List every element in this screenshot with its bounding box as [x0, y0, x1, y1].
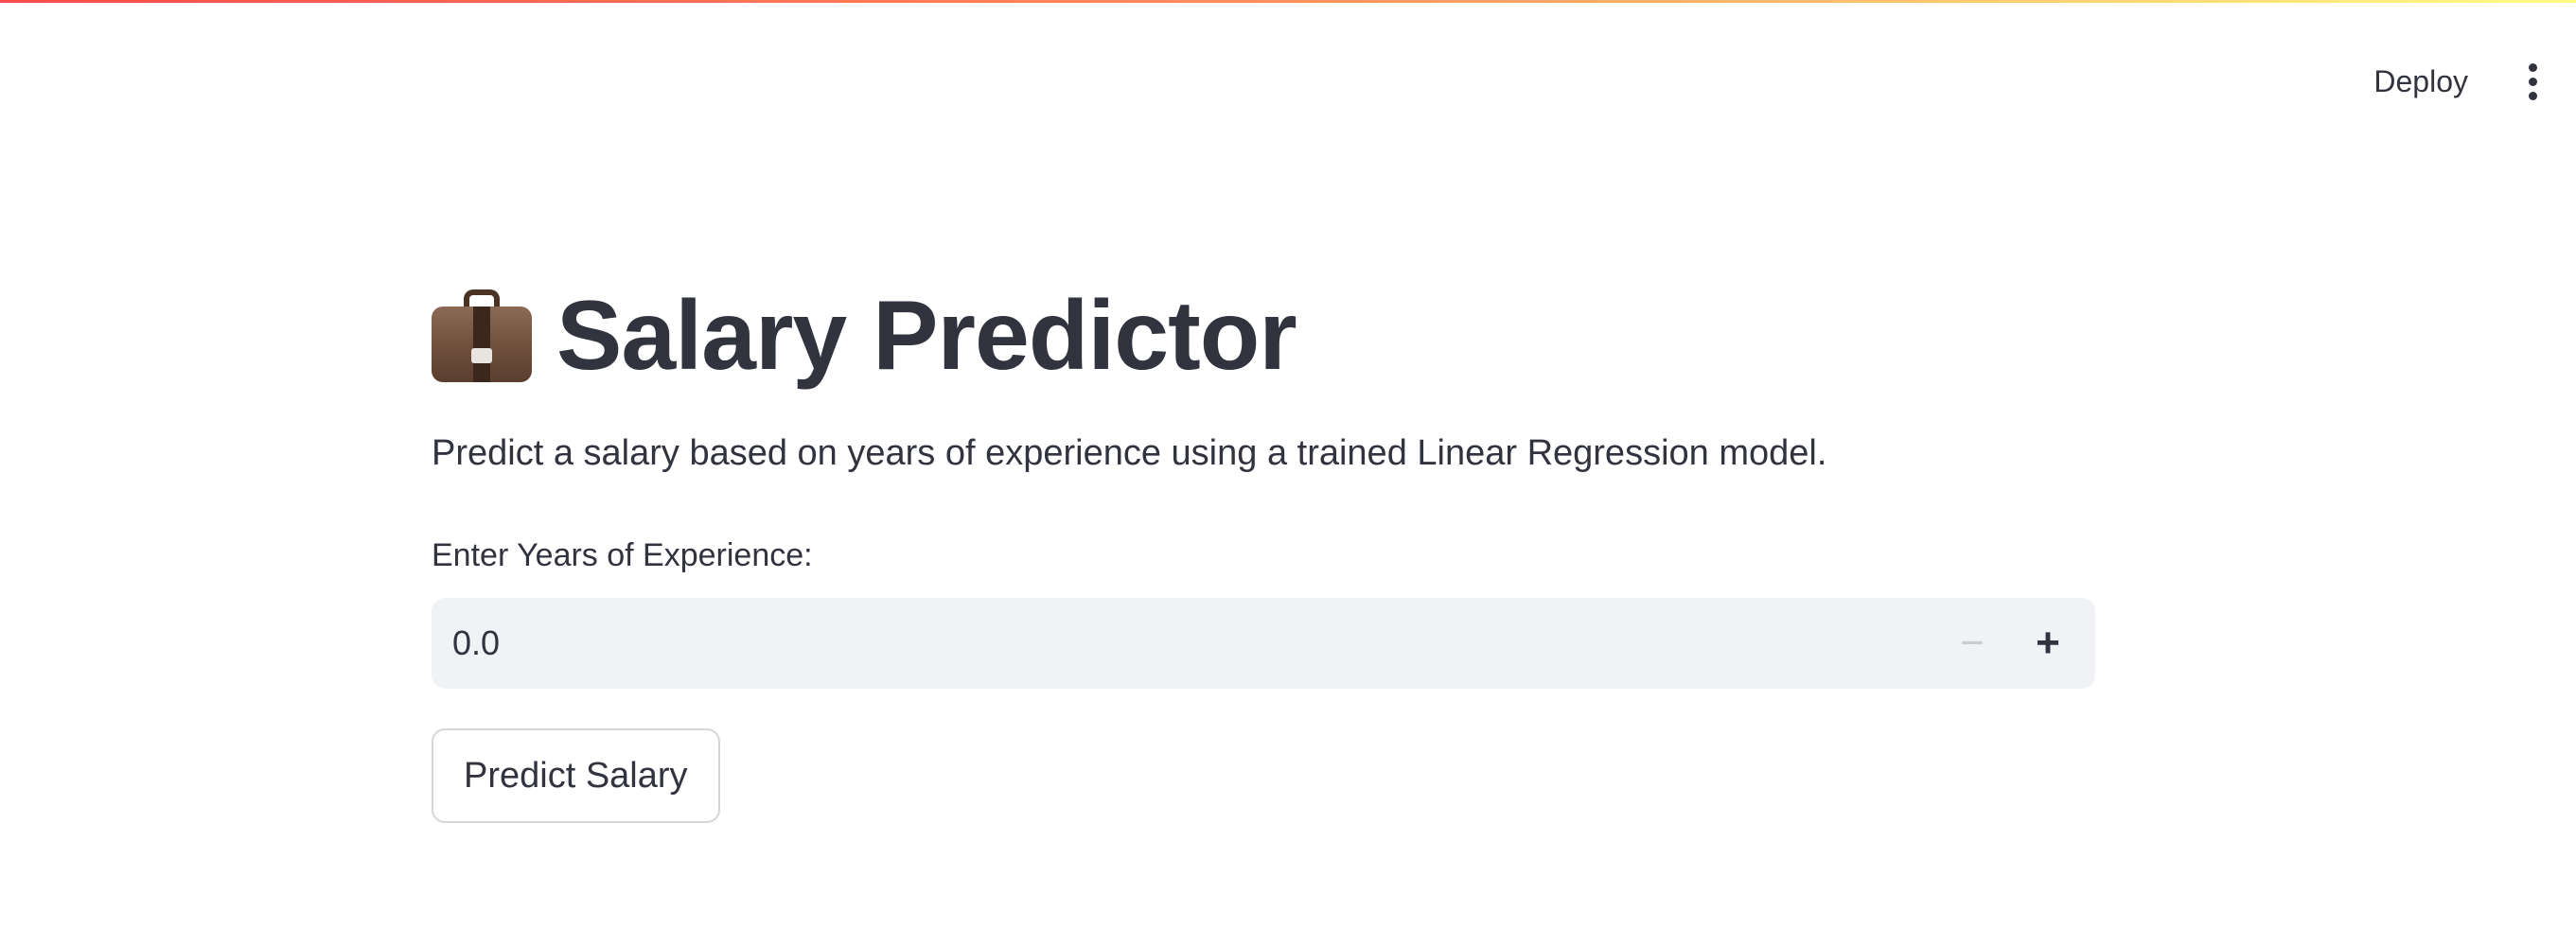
experience-input[interactable]: [432, 598, 1934, 689]
menu-dot: [2528, 91, 2537, 100]
page-title-text: Salary Predictor: [556, 280, 1297, 391]
experience-input-label: Enter Years of Experience:: [432, 537, 813, 573]
app-page: Deploy Salary Predictor Predict a salary…: [0, 0, 2576, 946]
experience-number-input: − +: [432, 598, 2095, 689]
app-header: Deploy: [2358, 53, 2576, 110]
plus-icon[interactable]: +: [2010, 598, 2086, 689]
top-decoration-bar: [0, 0, 2576, 3]
page-description: Predict a salary based on years of exper…: [432, 433, 1827, 473]
vertical-ellipsis-icon[interactable]: [2521, 53, 2544, 110]
page-title: Salary Predictor: [432, 274, 1297, 397]
briefcase-icon: [432, 289, 532, 382]
predict-salary-button[interactable]: Predict Salary: [432, 728, 720, 823]
deploy-button[interactable]: Deploy: [2358, 57, 2483, 107]
minus-icon[interactable]: −: [1934, 598, 2010, 689]
menu-dot: [2528, 77, 2537, 86]
menu-dot: [2528, 62, 2537, 72]
